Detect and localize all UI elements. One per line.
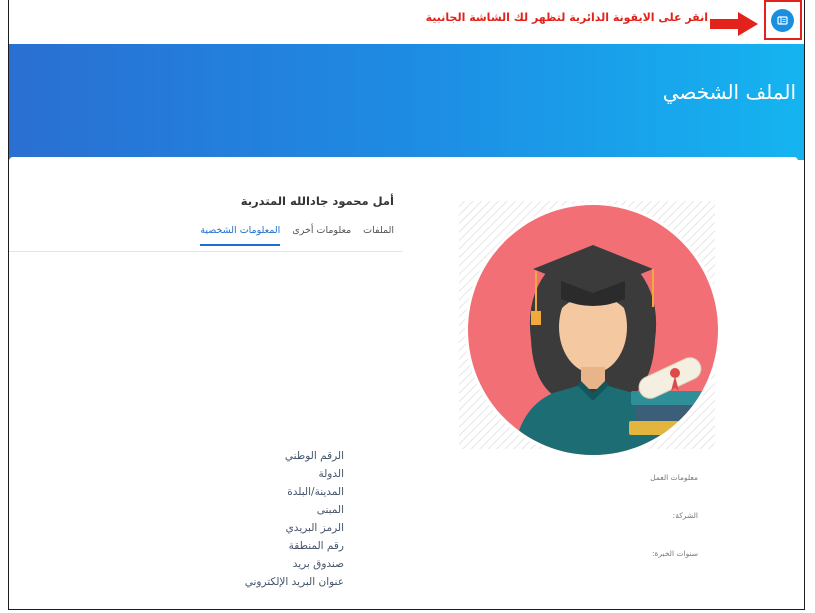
tabs-divider [9,251,403,252]
profile-name: أمل محمود جادالله المتدربة [240,194,394,208]
profile-card: أمل محمود جادالله المتدربة المعلومات الش… [9,157,798,609]
top-bar: انقر على الايقونة الدائرية لتظهر لك الشا… [9,0,804,45]
work-experience-label: سنوات الخبرة: [651,549,698,558]
graduate-avatar-icon [459,201,721,458]
header-banner: الملف الشخصي [9,44,804,160]
profile-tabs: المعلومات الشخصية معلومات أخرى الملفات [200,223,394,246]
sidebar-toggle-button[interactable] [771,9,794,32]
work-company-label: الشركة: [672,511,698,520]
tab-personal-info[interactable]: المعلومات الشخصية [200,223,281,246]
field-po-box: صندوق بريد [292,558,344,570]
tab-files[interactable]: الملفات [363,223,394,246]
avatar [453,195,723,458]
personal-fields: الرقم الوطني الدولة المدينة/البلدة المبن… [245,447,344,591]
work-info-heading: معلومات العمل [650,473,698,482]
field-national-id: الرقم الوطني [284,450,344,462]
field-area-number: رقم المنطقة [288,540,344,552]
sidebar-toggle-icon [777,16,788,25]
field-email: عنوان البريد الإلكتروني [244,576,344,588]
field-building: المبنى [316,504,344,516]
tab-other-info[interactable]: معلومات أخرى [292,223,351,246]
arrow-right-icon [710,12,758,36]
page-title: الملف الشخصي [662,80,796,104]
field-city: المدينة/البلدة [287,486,344,498]
field-postal-code: الرمز البريدي [285,522,344,534]
app-window: انقر على الايقونة الدائرية لتظهر لك الشا… [8,0,805,610]
instruction-callout: انقر على الايقونة الدائرية لتظهر لك الشا… [425,11,708,24]
field-country: الدولة [318,468,344,480]
